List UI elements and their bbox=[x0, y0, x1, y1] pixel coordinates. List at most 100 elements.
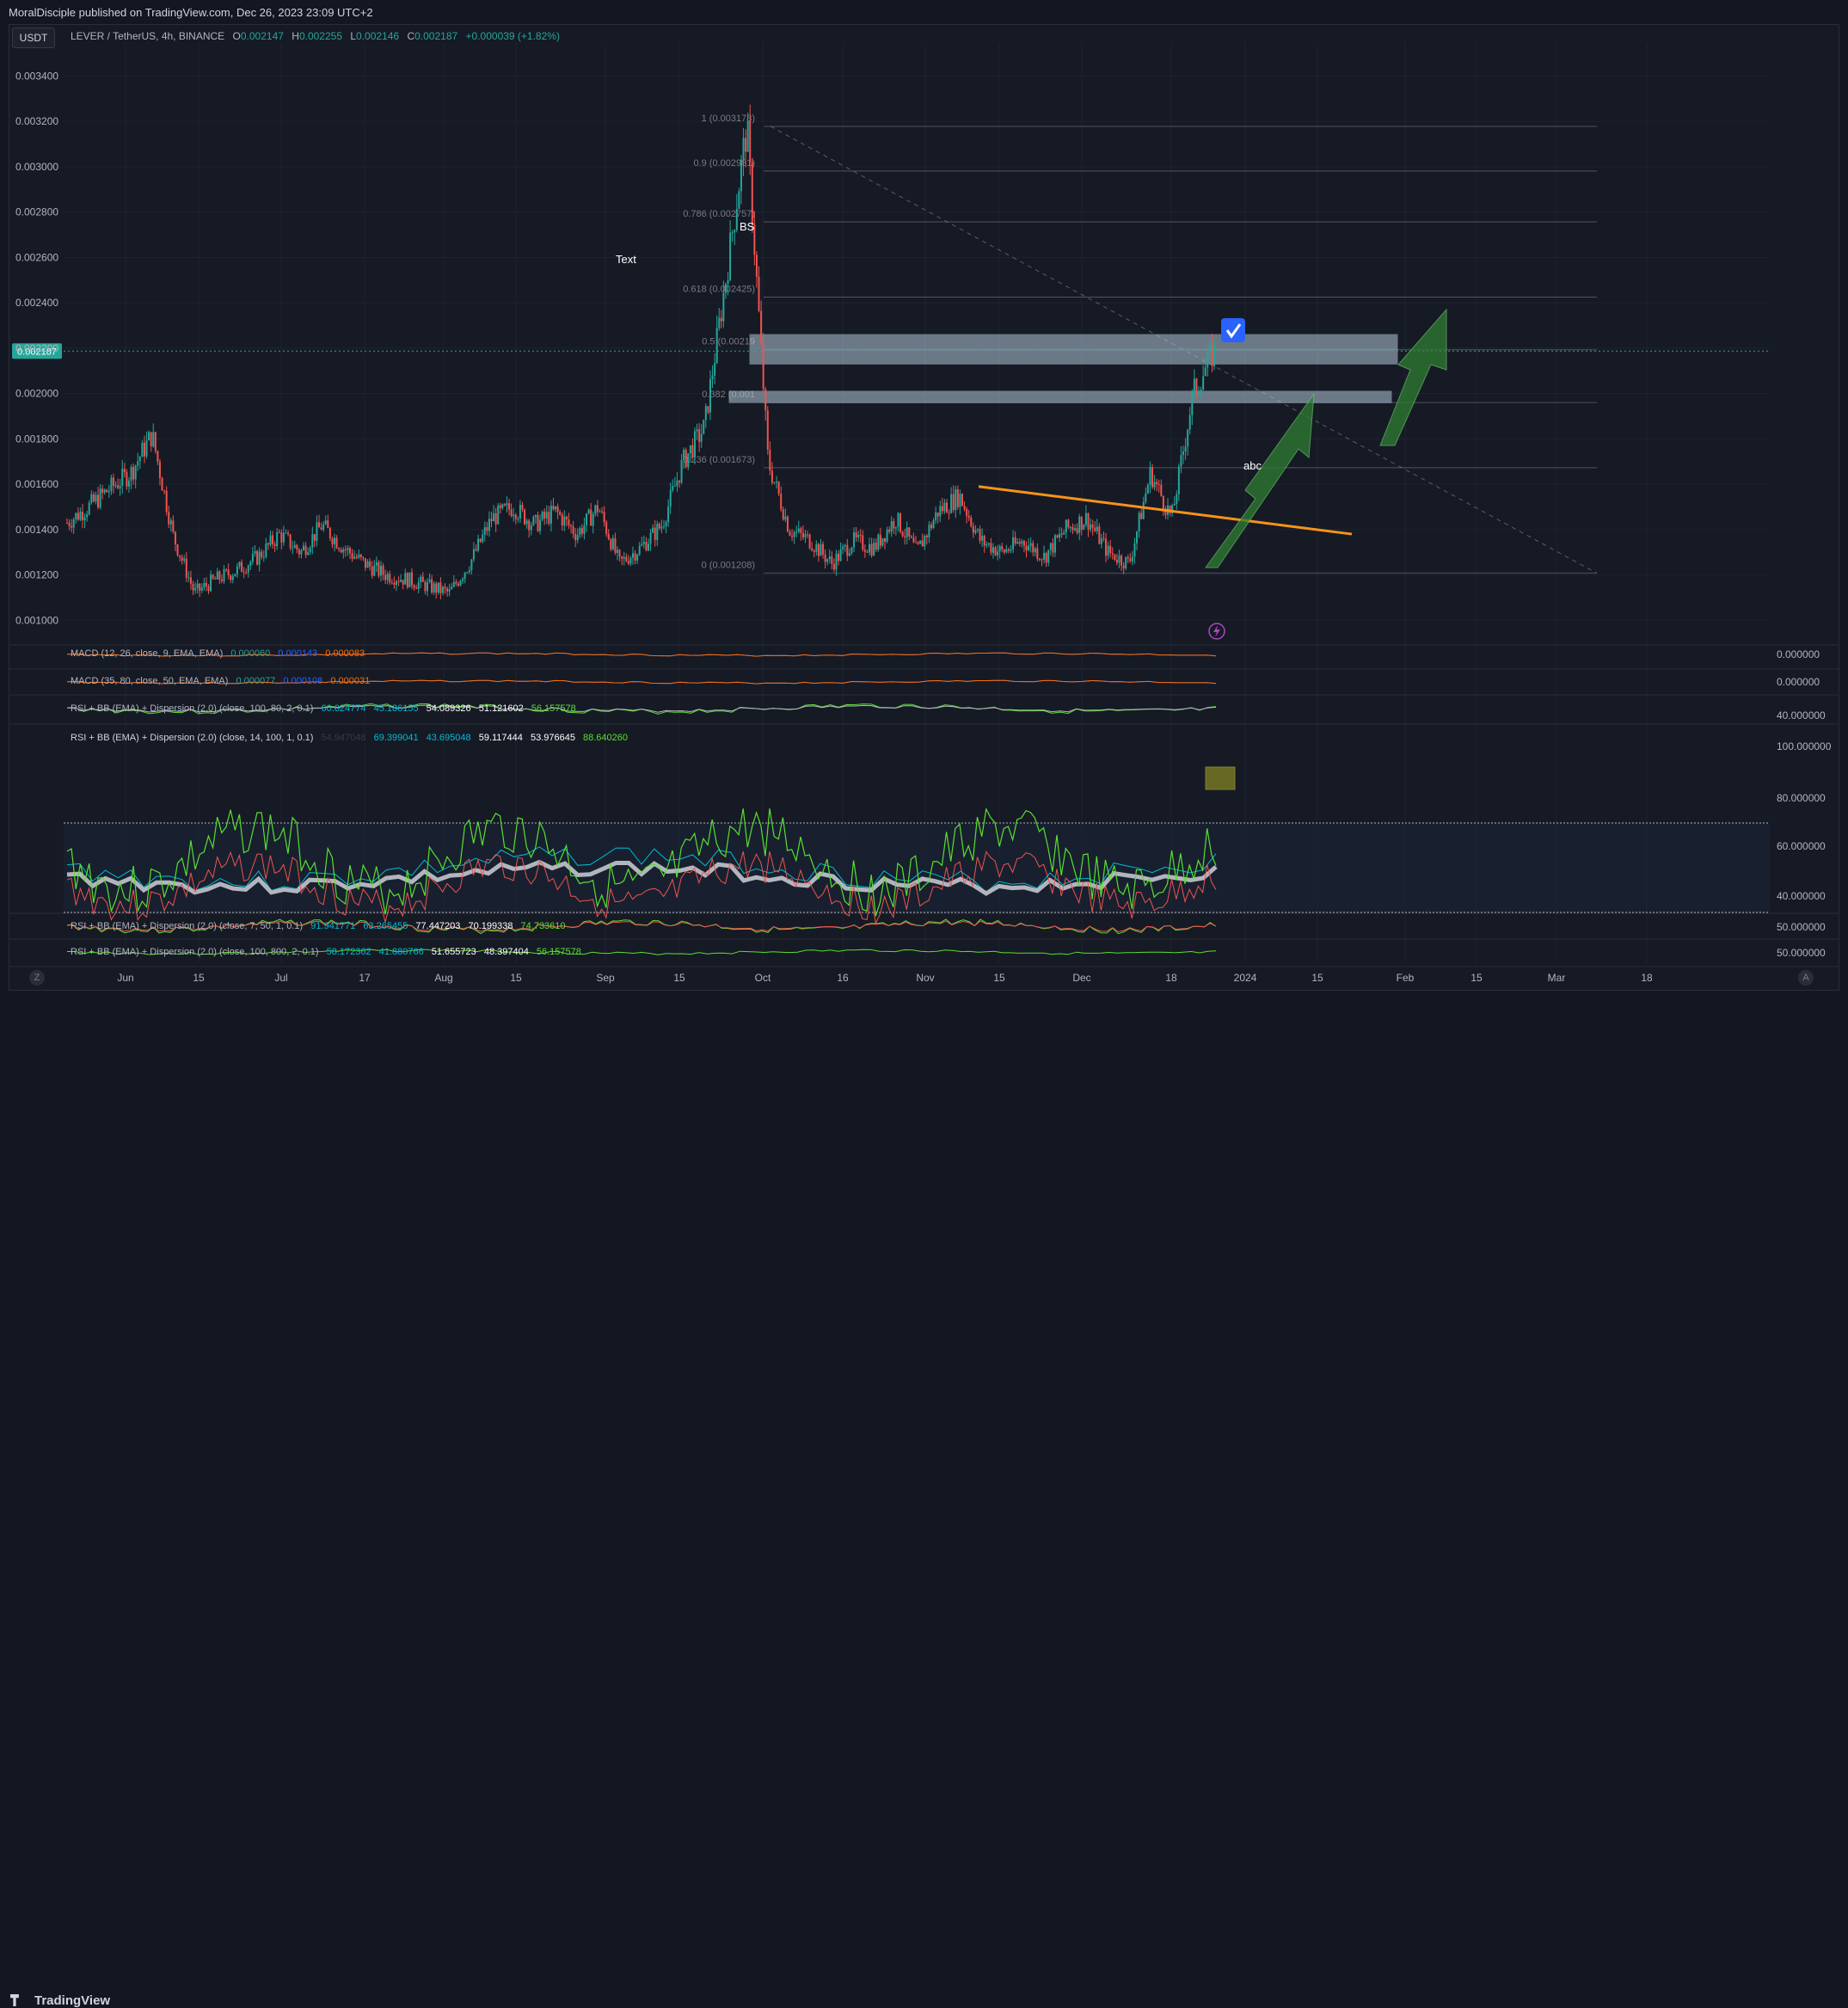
candle-body bbox=[475, 549, 477, 551]
y-tick-label: 0.002000 bbox=[15, 388, 58, 400]
candle-body bbox=[813, 550, 815, 552]
candle-body bbox=[335, 537, 338, 549]
fib-level-label: 0.5 (0.00219 bbox=[702, 337, 755, 347]
candle-body bbox=[521, 505, 524, 510]
candle-body bbox=[393, 582, 396, 585]
candle-body bbox=[1038, 558, 1041, 560]
candle-body bbox=[1028, 545, 1030, 550]
candle-body bbox=[410, 572, 413, 586]
candle-body bbox=[1111, 552, 1114, 555]
indicator-rsi-3[interactable]: RSI + BB (EMA) + Dispersion (2.0) (close… bbox=[71, 921, 566, 931]
candle-body bbox=[99, 488, 101, 508]
candle-body bbox=[300, 550, 303, 555]
candle-body bbox=[908, 527, 911, 537]
auto-scale-button[interactable]: A bbox=[1798, 970, 1814, 986]
indicator-rsi-1[interactable]: RSI + BB (EMA) + Dispersion (2.0) (close… bbox=[71, 703, 576, 714]
candle-body bbox=[842, 546, 844, 550]
candle-body bbox=[207, 586, 210, 592]
candle-body bbox=[1069, 526, 1071, 528]
candle-body bbox=[234, 574, 236, 577]
candle-body bbox=[660, 526, 663, 529]
candle-body bbox=[1007, 549, 1010, 551]
candle-body bbox=[764, 389, 767, 411]
candle-body bbox=[758, 276, 760, 311]
candle-body bbox=[119, 486, 121, 488]
candle-body bbox=[269, 535, 272, 545]
candle-body bbox=[525, 520, 528, 525]
candle-body bbox=[459, 580, 462, 586]
tradingview-logo[interactable]: TradingView bbox=[10, 1993, 110, 2008]
candle-body bbox=[848, 553, 850, 556]
candle-body bbox=[1145, 493, 1147, 502]
candle-body bbox=[1118, 555, 1120, 563]
indicator-value: 56.157578 bbox=[531, 703, 576, 714]
candle-body bbox=[820, 543, 822, 556]
y-tick-label: 0.001800 bbox=[15, 433, 58, 445]
candle-body bbox=[932, 520, 935, 529]
indicator-macd-2[interactable]: MACD (35, 80, close, 50, EMA, EMA) 0.000… bbox=[71, 676, 370, 686]
y-tick-label: 0.001600 bbox=[15, 478, 58, 490]
candle-body bbox=[742, 138, 745, 160]
y-tick-label: 0.001400 bbox=[15, 524, 58, 536]
y-tick-label: 0.002400 bbox=[15, 297, 58, 309]
candle-body bbox=[599, 511, 601, 513]
candle-body bbox=[811, 548, 813, 551]
candle-body bbox=[1180, 455, 1182, 467]
candle-body bbox=[592, 513, 594, 526]
x-tick-label: Nov bbox=[916, 972, 934, 984]
candle-body bbox=[506, 503, 508, 506]
candle-body bbox=[1195, 378, 1198, 393]
candle-body bbox=[555, 506, 557, 510]
candle-body bbox=[897, 513, 899, 527]
candle-body bbox=[1060, 533, 1063, 535]
candle-body bbox=[656, 524, 659, 540]
candle-body bbox=[528, 520, 531, 531]
price-chart[interactable]: 1 (0.003178)0.9 (0.002981)0.786 (0.00275… bbox=[0, 0, 1848, 1021]
indicator-value: 54.947048 bbox=[321, 733, 366, 743]
candle-body bbox=[618, 550, 621, 556]
candle-body bbox=[979, 529, 981, 541]
indicator-name: RSI + BB (EMA) + Dispersion (2.0) (close… bbox=[71, 921, 304, 931]
candle-body bbox=[970, 517, 973, 526]
candle-body bbox=[276, 531, 279, 546]
symbol-name: LEVER / TetherUS, 4h, BINANCE bbox=[71, 30, 225, 42]
candle-body bbox=[884, 537, 887, 542]
x-tick-label: Aug bbox=[434, 972, 452, 984]
candle-body bbox=[769, 449, 771, 471]
candle-body bbox=[956, 489, 959, 507]
indicator-rsi-4[interactable]: RSI + BB (EMA) + Dispersion (2.0) (close… bbox=[71, 947, 581, 957]
candle-body bbox=[183, 558, 186, 561]
indicator-macd-1[interactable]: MACD (12, 26, close, 9, EMA, EMA) 0.0000… bbox=[71, 648, 365, 659]
indicator-value: 53.976645 bbox=[530, 733, 575, 743]
candle-body bbox=[755, 255, 758, 277]
candle-body bbox=[362, 556, 365, 559]
candle-body bbox=[185, 558, 187, 578]
candle-body bbox=[850, 547, 853, 554]
candle-body bbox=[869, 543, 871, 553]
zoom-reset-button[interactable]: Z bbox=[29, 970, 45, 986]
candle-body bbox=[486, 527, 488, 531]
candle-body bbox=[488, 519, 490, 531]
currency-button[interactable]: USDT bbox=[12, 28, 55, 48]
candle-body bbox=[935, 513, 937, 521]
candle-body bbox=[510, 509, 513, 517]
candle-body bbox=[158, 461, 161, 479]
candle-body bbox=[669, 490, 672, 507]
x-tick-label: Mar bbox=[1548, 972, 1566, 984]
indicator-rsi-2[interactable]: RSI + BB (EMA) + Dispersion (2.0) (close… bbox=[71, 733, 628, 743]
candle-body bbox=[919, 540, 922, 544]
candle-body bbox=[1041, 559, 1043, 561]
pane-axis-label: 100.000000 bbox=[1777, 740, 1832, 752]
candle-body bbox=[261, 551, 263, 557]
candle-body bbox=[316, 522, 318, 541]
indicator-value: 63.265455 bbox=[363, 921, 408, 931]
candle-body bbox=[749, 120, 752, 163]
candle-body bbox=[130, 466, 132, 481]
indicator-value: 0.000143 bbox=[278, 648, 318, 659]
candle-body bbox=[815, 543, 818, 552]
candle-body bbox=[66, 522, 68, 524]
x-tick-label: 18 bbox=[1165, 972, 1177, 984]
candle-body bbox=[704, 406, 707, 421]
candle-body bbox=[355, 556, 358, 558]
candle-body bbox=[75, 513, 77, 520]
